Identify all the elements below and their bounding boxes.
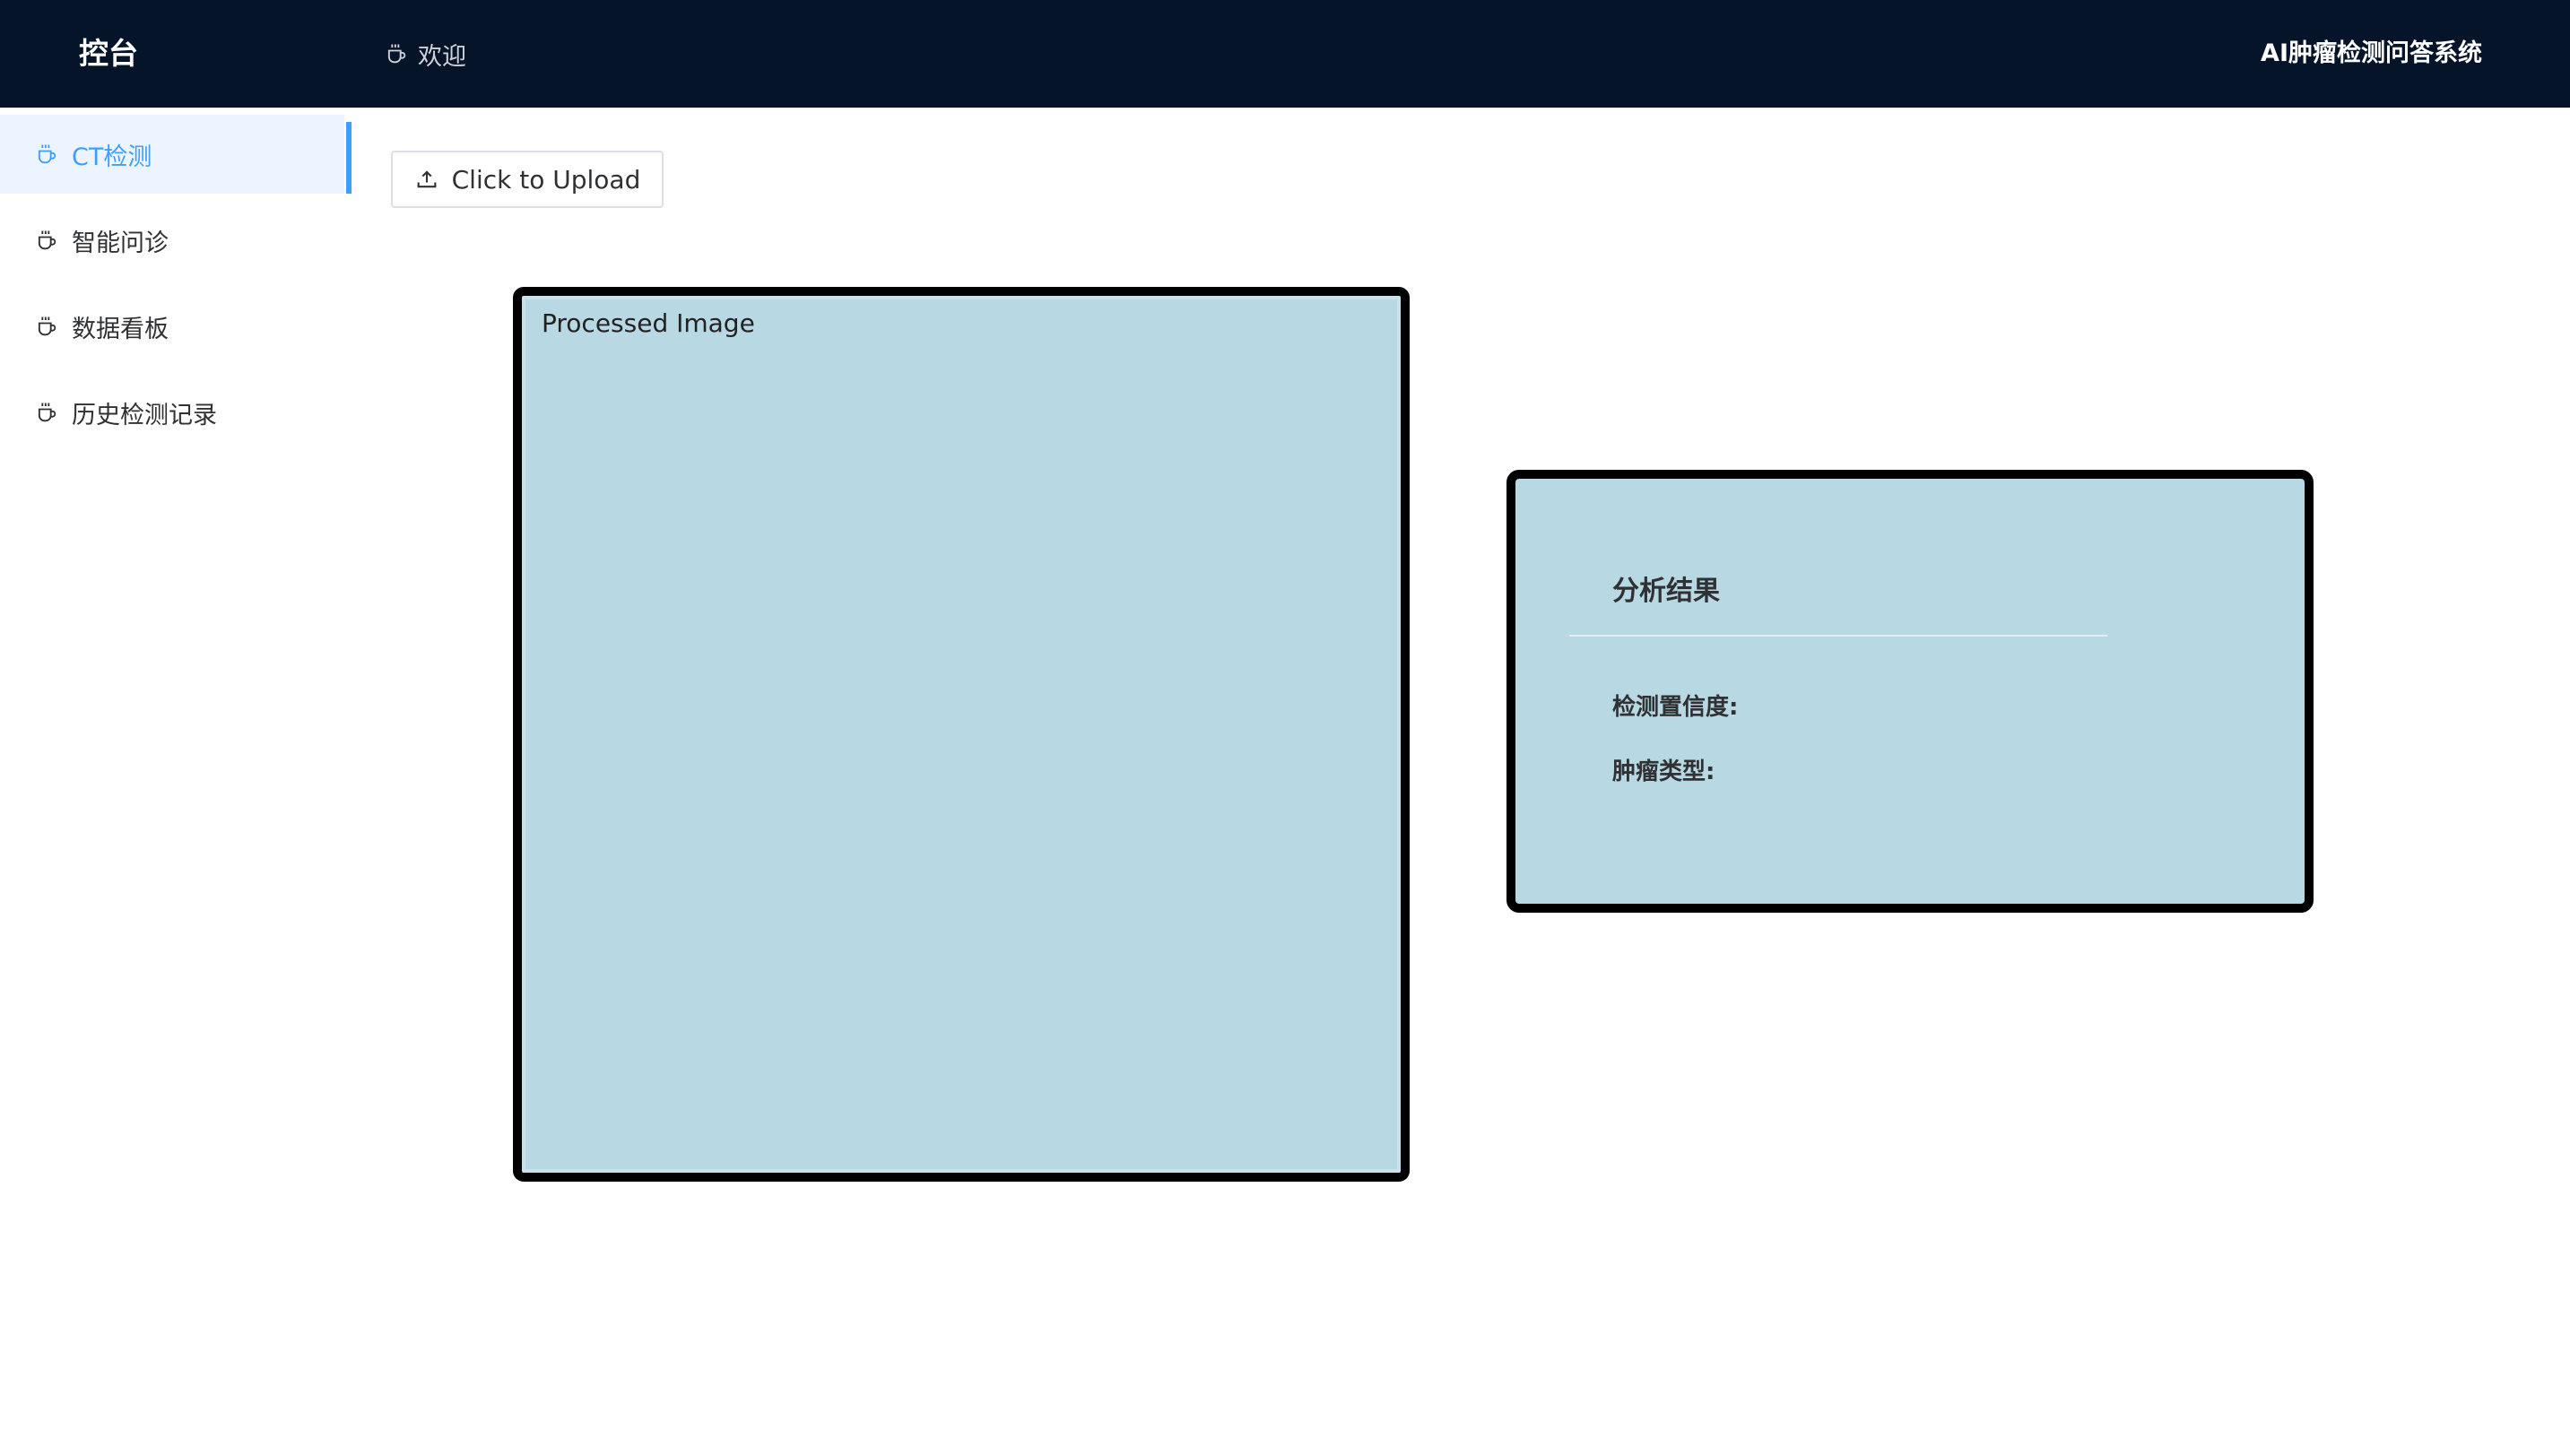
sidebar-item-label: 智能问诊 (72, 229, 169, 257)
upload-icon (414, 167, 439, 192)
sidebar-item-label: CT检测 (72, 143, 152, 171)
welcome-label: 欢迎 (418, 42, 466, 71)
analysis-result-panel: 分析结果 检测置信度: 肿瘤类型: (1506, 470, 2314, 913)
result-divider (1569, 635, 2107, 637)
coffee-cup-icon (34, 314, 59, 339)
coffee-cup-icon (34, 228, 59, 253)
sidebar-item-smart-consult[interactable]: 智能问诊 (0, 201, 344, 280)
tumor-type-row: 肿瘤类型: (1612, 753, 1720, 786)
upload-button-label: Click to Upload (451, 164, 641, 195)
coffee-cup-icon (384, 41, 409, 66)
sidebar-item-dashboard[interactable]: 数据看板 (0, 287, 344, 366)
welcome-indicator[interactable]: 欢迎 (384, 32, 466, 75)
tumor-type-label: 肿瘤类型: (1612, 758, 1715, 785)
confidence-row: 检测置信度: (1612, 689, 1743, 722)
upload-button[interactable]: Click to Upload (391, 151, 664, 208)
sidebar-menu: CT检测 智能问诊 数据看板 历史检测记录 (0, 108, 352, 1456)
brand-title: 控台 (79, 36, 138, 71)
system-title: AI肿瘤检测问答系统 (2261, 39, 2482, 67)
processed-image-label: Processed Image (542, 308, 755, 338)
sidebar-item-label: 历史检测记录 (72, 401, 217, 429)
result-title: 分析结果 (1612, 576, 1720, 607)
app-root: 控台 欢迎 AI肿瘤检测问答系统 CT检测 智能问诊 数据看板 历史检测记录 C… (0, 0, 2570, 1456)
sidebar-item-label: 数据看板 (72, 315, 169, 343)
top-header: 控台 欢迎 AI肿瘤检测问答系统 (0, 0, 2570, 108)
coffee-cup-icon (34, 400, 59, 425)
sidebar-item-ct-detection[interactable]: CT检测 (0, 115, 352, 194)
sidebar-item-history[interactable]: 历史检测记录 (0, 373, 344, 452)
processed-image-panel: Processed Image (513, 287, 1410, 1182)
coffee-cup-icon (34, 142, 59, 167)
active-indicator (346, 122, 352, 194)
confidence-label: 检测置信度: (1612, 694, 1739, 721)
